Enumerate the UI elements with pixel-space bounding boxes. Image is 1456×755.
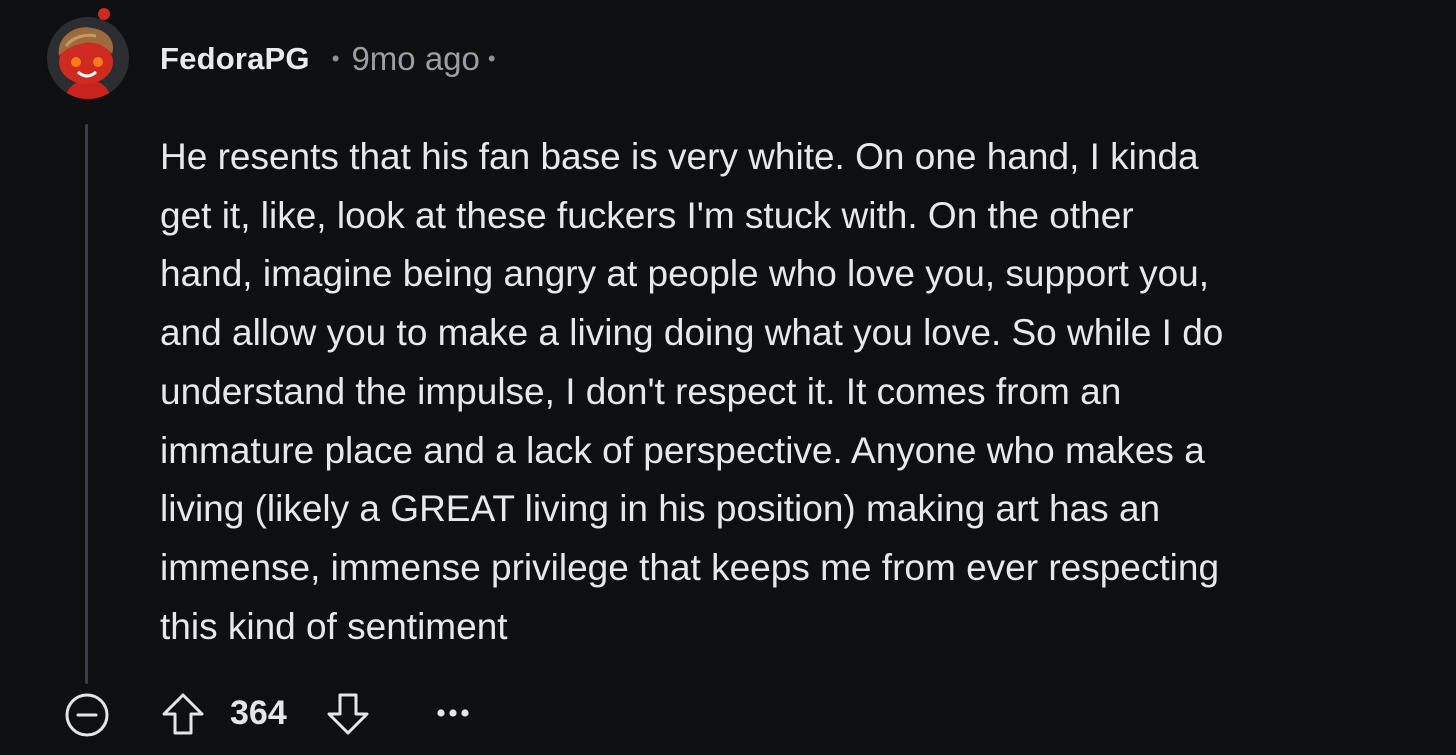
comment-body-line: and allow you to make a living doing wha…: [160, 312, 1224, 354]
downvote-button[interactable]: [325, 691, 371, 737]
separator-dot-trailing: •: [487, 46, 496, 71]
comment-body-line: hand, imagine being angry at people who …: [160, 253, 1210, 295]
separator-dot: •: [331, 46, 340, 71]
comment-header: FedoraPG • 9mo ago •: [160, 36, 496, 82]
comment-body-line: living (likely a GREAT living in his pos…: [160, 488, 1161, 530]
vote-score: 364: [230, 694, 287, 732]
comment-body-line: get it, like, look at these fuckers I'm …: [160, 194, 1134, 236]
arrow-down-outline-icon: [327, 693, 369, 735]
collapse-button[interactable]: [64, 692, 110, 738]
timestamp: 9mo ago: [351, 40, 480, 77]
comment-body-line: this kind of sentiment: [160, 605, 508, 647]
comment: FedoraPG • 9mo ago • He resents that his…: [0, 0, 1456, 755]
snoo-avatar-icon: [47, 8, 129, 99]
arrow-up-outline-icon: [162, 693, 204, 735]
avatar[interactable]: [46, 6, 130, 100]
comment-body-line: understand the impulse, I don't respect …: [160, 370, 1122, 412]
comment-actions: 364: [0, 686, 600, 746]
comment-body-line: He resents that his fan base is very whi…: [160, 136, 1199, 177]
comment-body: He resents that his fan base is very whi…: [160, 128, 1420, 656]
comment-body-line: immature place and a lack of perspective…: [160, 429, 1205, 471]
thread-line[interactable]: [85, 124, 88, 684]
more-options-button[interactable]: [436, 706, 470, 720]
minus-circle-icon: [65, 693, 109, 737]
username[interactable]: FedoraPG: [160, 41, 310, 77]
upvote-button[interactable]: [160, 691, 206, 737]
ellipsis-icon: [437, 709, 469, 717]
comment-body-line: immense, immense privilege that keeps me…: [160, 546, 1220, 588]
